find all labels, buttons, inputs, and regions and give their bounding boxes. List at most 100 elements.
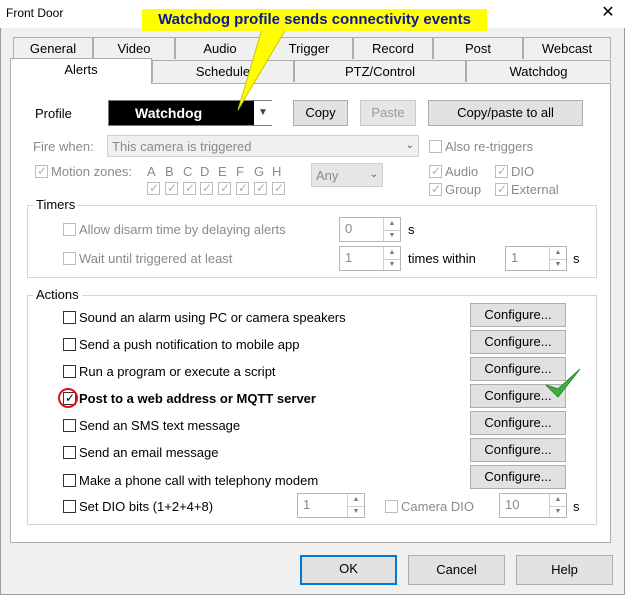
copy-paste-all-button[interactable]: Copy/paste to all xyxy=(428,100,583,126)
check-icon: ✓ xyxy=(185,181,196,195)
action-checkbox-program[interactable] xyxy=(63,365,76,378)
dio-seconds-stepper[interactable]: 10 ▲ ▼ xyxy=(499,493,567,518)
audio-checkbox[interactable]: ✓ xyxy=(429,164,442,178)
check-icon: ✓ xyxy=(238,181,249,195)
disarm-value: 0 xyxy=(345,221,353,236)
paste-button[interactable]: Paste xyxy=(360,100,416,126)
tab-trigger[interactable]: Trigger xyxy=(265,37,353,59)
spin-down-icon[interactable]: ▼ xyxy=(383,258,400,270)
tab-audio[interactable]: Audio xyxy=(175,37,265,59)
fire-when-select[interactable]: This camera is triggered ⌄ xyxy=(107,135,419,157)
zone-checkbox-c[interactable]: ✓ xyxy=(183,181,196,195)
zone-any-value: Any xyxy=(316,168,339,183)
zone-any-select[interactable]: Any ⌄ xyxy=(311,163,383,187)
external-checkbox[interactable]: ✓ xyxy=(495,182,508,196)
ok-button[interactable]: OK xyxy=(300,555,397,585)
zone-label-e: E xyxy=(218,164,227,179)
zone-checkbox-e[interactable]: ✓ xyxy=(218,181,231,195)
disarm-label: Allow disarm time by delaying alerts xyxy=(79,222,286,237)
zone-checkbox-d[interactable]: ✓ xyxy=(200,181,213,195)
zone-label-f: F xyxy=(236,164,244,179)
copy-button[interactable]: Copy xyxy=(293,100,348,126)
chevron-down-icon: ▼ xyxy=(254,101,272,125)
zone-checkbox-h[interactable]: ✓ xyxy=(272,181,285,195)
tab-webcast[interactable]: Webcast xyxy=(523,37,611,59)
help-button[interactable]: Help xyxy=(516,555,613,585)
dio-bits-checkbox[interactable] xyxy=(63,500,76,513)
highlight-circle xyxy=(58,388,78,408)
within-unit: s xyxy=(573,251,580,266)
within-stepper[interactable]: 1 ▲ ▼ xyxy=(505,246,567,271)
zone-checkbox-f[interactable]: ✓ xyxy=(236,181,249,195)
check-icon: ✓ xyxy=(37,164,48,178)
action-checkbox-email[interactable] xyxy=(63,446,76,459)
dio-bits-stepper[interactable]: 1 ▲ ▼ xyxy=(297,493,365,518)
check-icon: ✓ xyxy=(497,182,508,196)
tab-video[interactable]: Video xyxy=(93,37,175,59)
zone-label-c: C xyxy=(183,164,193,179)
zone-label-g: G xyxy=(254,164,265,179)
zone-label-h: H xyxy=(272,164,282,179)
spin-down-icon[interactable]: ▼ xyxy=(347,505,364,517)
spin-down-icon[interactable]: ▼ xyxy=(549,505,566,517)
dio-bits-value: 1 xyxy=(303,497,311,512)
tab-watchdog[interactable]: Watchdog xyxy=(466,60,611,82)
configure-push-button[interactable]: Configure... xyxy=(470,330,566,354)
action-checkbox-sms[interactable] xyxy=(63,419,76,432)
disarm-unit: s xyxy=(408,222,415,237)
fire-when-value: This camera is triggered xyxy=(112,139,252,154)
zone-checkbox-b[interactable]: ✓ xyxy=(165,181,178,195)
profile-select[interactable]: Watchdog ▼ xyxy=(108,100,272,126)
zone-label-b: B xyxy=(165,164,174,179)
configure-sms-button[interactable]: Configure... xyxy=(470,411,566,435)
zone-label-a: A xyxy=(147,164,156,179)
spin-down-icon[interactable]: ▼ xyxy=(383,229,400,241)
wait-checkbox[interactable] xyxy=(63,252,76,265)
check-icon: ✓ xyxy=(202,181,213,195)
window-title: Front Door xyxy=(6,6,64,20)
tab-record[interactable]: Record xyxy=(353,37,433,59)
cancel-button[interactable]: Cancel xyxy=(408,555,505,585)
camera-dio-label: Camera DIO xyxy=(401,499,474,514)
check-icon: ✓ xyxy=(149,181,160,195)
action-label-phone: Make a phone call with telephony modem xyxy=(79,473,319,488)
wait-label: Wait until triggered at least xyxy=(79,251,233,266)
within-value: 1 xyxy=(511,250,519,265)
configure-alarm-button[interactable]: Configure... xyxy=(470,303,566,327)
profile-label: Profile xyxy=(35,106,72,121)
action-label-program: Run a program or execute a script xyxy=(79,364,276,379)
chevron-down-icon: ⌄ xyxy=(369,169,378,180)
check-icon: ✓ xyxy=(497,164,508,178)
also-retriggers-checkbox[interactable] xyxy=(429,140,442,153)
check-icon: ✓ xyxy=(431,182,442,196)
configure-phone-button[interactable]: Configure... xyxy=(470,465,566,489)
zone-checkbox-g[interactable]: ✓ xyxy=(254,181,267,195)
motion-zones-checkbox[interactable]: ✓ xyxy=(35,164,48,178)
actions-title: Actions xyxy=(33,287,82,302)
also-retriggers-label: Also re-triggers xyxy=(445,139,534,154)
external-label: External xyxy=(511,182,559,197)
tab-post[interactable]: Post xyxy=(433,37,523,59)
fire-when-label: Fire when: xyxy=(33,139,94,154)
group-checkbox[interactable]: ✓ xyxy=(429,182,442,196)
tab-alerts[interactable]: Alerts xyxy=(10,58,152,84)
tab-schedule[interactable]: Schedule xyxy=(152,60,294,82)
tab-ptz-control[interactable]: PTZ/Control xyxy=(294,60,466,82)
disarm-checkbox[interactable] xyxy=(63,223,76,236)
wait-stepper[interactable]: 1 ▲ ▼ xyxy=(339,246,401,271)
motion-zones-label: Motion zones: xyxy=(51,164,132,179)
configure-email-button[interactable]: Configure... xyxy=(470,438,566,462)
action-checkbox-alarm[interactable] xyxy=(63,311,76,324)
action-checkbox-push[interactable] xyxy=(63,338,76,351)
close-icon[interactable]: ✕ xyxy=(595,2,621,24)
spin-down-icon[interactable]: ▼ xyxy=(549,258,566,270)
tab-general[interactable]: General xyxy=(13,37,93,59)
check-icon: ✓ xyxy=(256,181,267,195)
green-check-icon xyxy=(545,368,581,398)
camera-dio-checkbox[interactable] xyxy=(385,500,398,513)
action-checkbox-phone[interactable] xyxy=(63,474,76,487)
check-icon: ✓ xyxy=(274,181,285,195)
zone-checkbox-a[interactable]: ✓ xyxy=(147,181,160,195)
disarm-stepper[interactable]: 0 ▲ ▼ xyxy=(339,217,401,242)
dio-checkbox[interactable]: ✓ xyxy=(495,164,508,178)
